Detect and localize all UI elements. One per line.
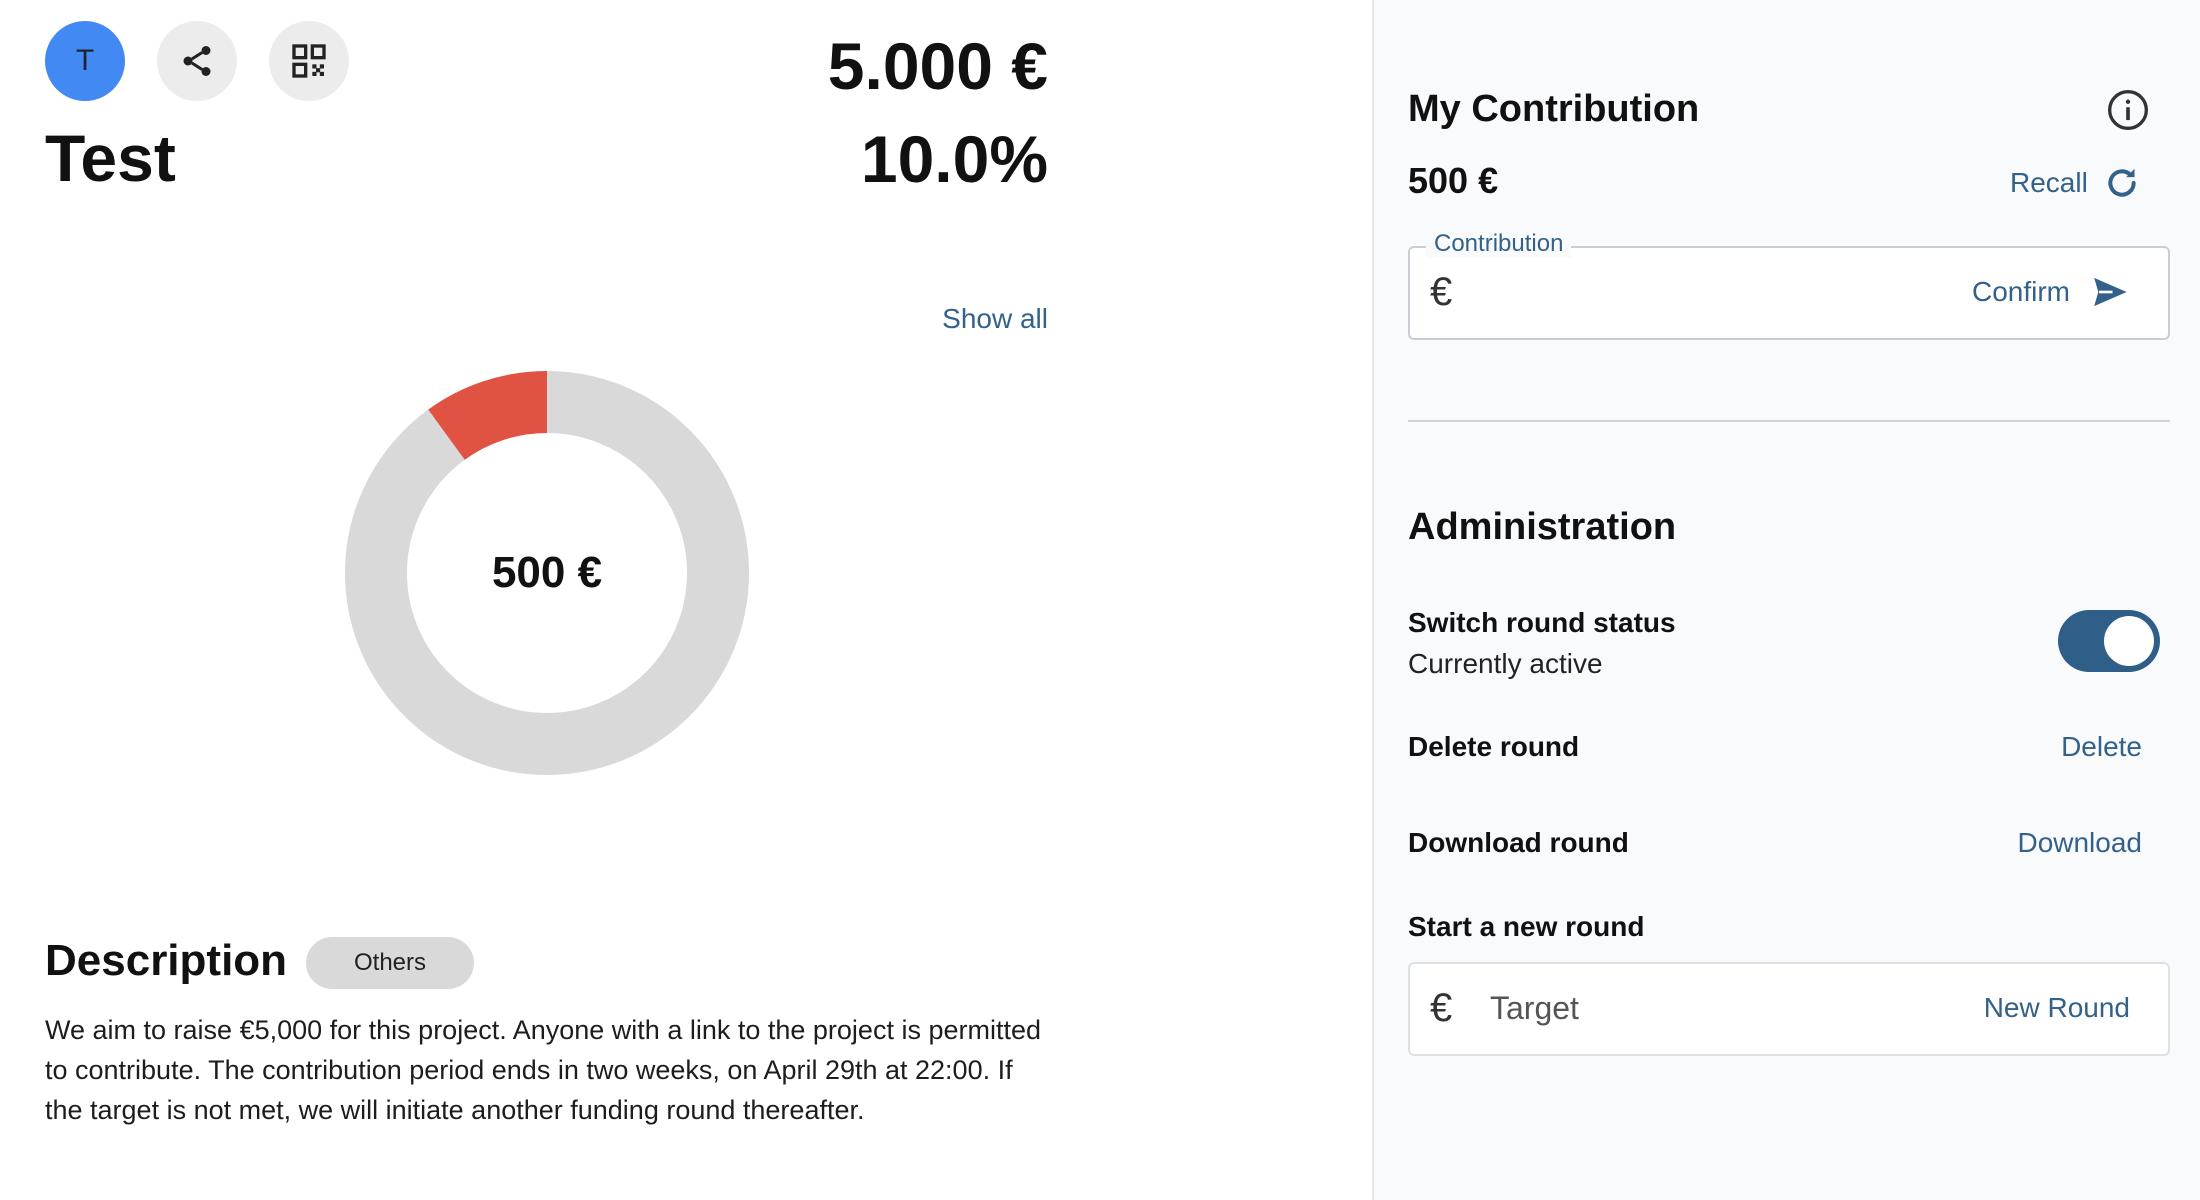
avatar[interactable]: T xyxy=(45,21,125,101)
contribution-field[interactable]: Contribution € Confirm xyxy=(1408,230,2170,340)
share-button[interactable] xyxy=(157,21,237,101)
info-icon[interactable] xyxy=(2106,88,2150,132)
send-icon xyxy=(2094,277,2127,307)
section-divider xyxy=(1408,420,2170,422)
recall-button[interactable]: Recall xyxy=(2010,161,2142,205)
target-input[interactable]: € Target New Round xyxy=(1408,962,2170,1056)
start-new-round-label: Start a new round xyxy=(1408,911,1645,942)
my-contribution-heading: My Contribution xyxy=(1408,88,1700,130)
target-amount: 5.000 € xyxy=(827,29,1048,103)
toggle-knob xyxy=(2104,616,2154,666)
confirm-label: Confirm xyxy=(1971,276,2070,307)
recall-label: Recall xyxy=(2010,167,2088,198)
progress-percentage: 10.0% xyxy=(860,122,1048,196)
new-round-label: New Round xyxy=(1983,992,2130,1023)
round-overview-panel: T Test 5.000 € 10.0% Show all 500 € Desc… xyxy=(0,0,1372,1200)
contribution-field-label: Contribution xyxy=(1426,230,1572,258)
delete-round-label: Delete round xyxy=(1408,731,1580,762)
qr-code-button[interactable] xyxy=(269,21,349,101)
share-icon xyxy=(183,46,211,76)
show-all-link[interactable]: Show all xyxy=(942,303,1048,335)
download-round-label: Download round xyxy=(1408,827,1629,858)
progress-donut: 500 € xyxy=(344,370,750,776)
category-chip: Others xyxy=(306,937,474,989)
description-text: We aim to raise €5,000 for this project.… xyxy=(45,1015,1041,1125)
refresh-icon xyxy=(2108,168,2136,197)
new-round-button[interactable]: New Round xyxy=(1984,992,2130,1024)
donut-center-amount: 500 € xyxy=(491,548,603,597)
round-title: Test xyxy=(45,121,176,195)
euro-icon: € xyxy=(1430,986,1453,1030)
round-status-toggle[interactable] xyxy=(2058,610,2160,672)
target-placeholder: Target xyxy=(1490,990,1579,1026)
delete-button[interactable]: Delete xyxy=(2061,731,2142,763)
avatar-letter: T xyxy=(75,44,95,77)
qr-code-icon xyxy=(292,44,326,78)
download-button[interactable]: Download xyxy=(2017,827,2142,859)
description-heading: Description xyxy=(45,936,288,985)
side-panel: My Contribution 500 € Recall Contributio… xyxy=(1372,0,2200,1200)
my-contribution-amount: 500 € xyxy=(1408,160,1499,201)
euro-icon: € xyxy=(1430,270,1453,314)
confirm-button[interactable]: Confirm xyxy=(1972,272,2130,312)
round-status-text: Currently active xyxy=(1408,648,1603,679)
switch-round-status-label: Switch round status xyxy=(1408,607,1676,638)
app-root: T Test 5.000 € 10.0% Show all 500 € Desc… xyxy=(0,0,2200,1200)
administration-heading: Administration xyxy=(1408,506,1677,548)
